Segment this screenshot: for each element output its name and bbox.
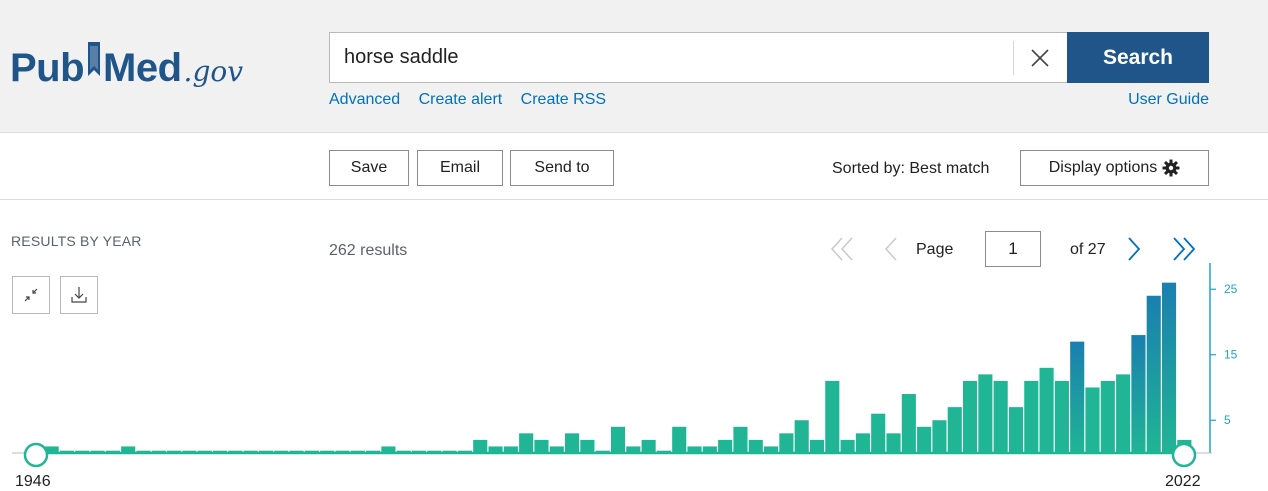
range-end-handle[interactable] [1171, 442, 1197, 468]
year-bar[interactable] [580, 439, 595, 453]
year-bar[interactable] [672, 426, 687, 453]
year-bar[interactable] [1100, 380, 1115, 453]
user-guide-link[interactable]: User Guide [1128, 91, 1209, 109]
year-bar[interactable] [917, 426, 932, 453]
year-bar[interactable] [825, 380, 840, 453]
year-bar[interactable] [534, 439, 549, 453]
results-toolbar: Save Email Send to Sorted by: Best match… [0, 134, 1268, 200]
year-bar[interactable] [1070, 341, 1085, 453]
year-bar[interactable] [932, 420, 947, 453]
year-bar[interactable] [993, 380, 1008, 453]
save-button[interactable]: Save [329, 150, 409, 186]
search-input[interactable] [344, 33, 1004, 82]
year-bar[interactable] [1131, 335, 1146, 453]
results-by-year-chart: 5 15 25 [12, 263, 1238, 468]
search-divider [1013, 41, 1014, 75]
send-to-button[interactable]: Send to [510, 150, 614, 186]
year-bar[interactable] [794, 420, 809, 453]
pubmed-logo[interactable]: Pub Med .gov [10, 24, 243, 88]
search-button[interactable]: Search [1067, 32, 1209, 83]
year-bar[interactable] [748, 439, 763, 453]
y-tick-label: 5 [1224, 413, 1231, 427]
year-bar[interactable] [733, 426, 748, 453]
year-bar[interactable] [978, 374, 993, 453]
year-bar[interactable] [779, 433, 794, 453]
year-bar[interactable] [641, 439, 656, 453]
results-by-year-heading: RESULTS BY YEAR [11, 233, 142, 249]
year-bar[interactable] [473, 439, 488, 453]
year-bar[interactable] [1054, 380, 1069, 453]
year-bar[interactable] [1008, 407, 1024, 453]
year-bar[interactable] [1085, 387, 1100, 453]
year-bar[interactable] [1024, 380, 1039, 453]
header: Pub Med .gov Search Advanced Create aler… [0, 0, 1268, 133]
start-year-label: 1946 [15, 473, 51, 490]
y-tick-label: 25 [1224, 282, 1238, 296]
header-links: Advanced Create alert Create RSS [329, 91, 620, 109]
year-bar[interactable] [947, 407, 962, 453]
logo-bookmark-icon [86, 42, 102, 82]
year-bar[interactable] [1116, 374, 1131, 453]
year-bar[interactable] [1146, 295, 1161, 453]
year-bar[interactable] [871, 413, 886, 453]
gear-icon [1162, 159, 1180, 177]
year-bar[interactable] [565, 433, 580, 453]
year-bar[interactable] [901, 394, 916, 453]
create-alert-link[interactable]: Create alert [419, 91, 503, 108]
create-rss-link[interactable]: Create RSS [521, 91, 606, 108]
year-bar[interactable] [809, 439, 825, 453]
year-bar[interactable] [886, 433, 901, 453]
logo-med: Med [103, 46, 182, 90]
year-bar[interactable] [840, 439, 855, 453]
logo-gov: .gov [183, 55, 244, 88]
year-bar[interactable] [718, 439, 733, 453]
logo-pub: Pub [10, 46, 85, 90]
range-start-handle[interactable] [23, 442, 49, 468]
sort-status[interactable]: Sorted by: Best match [832, 160, 989, 178]
year-bar[interactable] [519, 433, 534, 453]
year-bar[interactable] [1161, 282, 1177, 453]
year-bar[interactable] [963, 380, 978, 453]
display-options-label: Display options [1048, 159, 1158, 176]
year-bar[interactable] [855, 433, 870, 453]
clear-icon[interactable] [1027, 45, 1053, 71]
display-options-button[interactable]: Display options [1020, 150, 1209, 186]
year-bar[interactable] [610, 426, 626, 453]
end-year-label: 2022 [1165, 473, 1201, 490]
y-tick-label: 15 [1224, 348, 1238, 362]
advanced-link[interactable]: Advanced [329, 91, 400, 108]
year-bar[interactable] [1039, 367, 1054, 453]
search-box [329, 32, 1067, 83]
email-button[interactable]: Email [417, 150, 503, 186]
